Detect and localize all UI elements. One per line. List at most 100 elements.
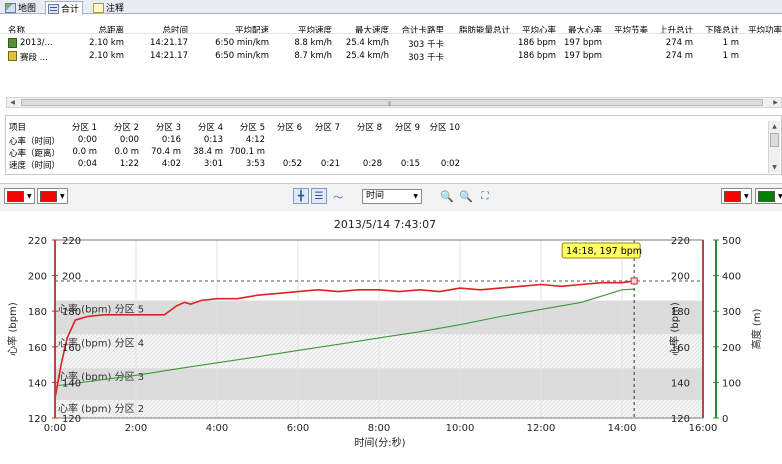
zone-cell: 38.4 m xyxy=(193,147,223,157)
zone-col-header[interactable]: 分区 8 xyxy=(342,121,382,133)
zone-cell: 700.1 m xyxy=(229,147,265,157)
chart-zones-mode-button[interactable]: ☰ xyxy=(311,188,327,204)
table-row[interactable]: 心率（距离） 0.0 m 0.0 m 70.4 m 38.4 m 700.1 m xyxy=(9,147,769,159)
summary-cell-time: 14:21.17 xyxy=(149,38,188,48)
scroll-left-icon[interactable]: ◀ xyxy=(7,98,18,107)
left-axis-color-2-picker[interactable]: ▼ xyxy=(37,188,68,204)
x-tick-label: 8:00 xyxy=(368,423,390,434)
right-axis-color-1-picker[interactable]: ▼ xyxy=(721,188,752,204)
grip-icon: ||| xyxy=(388,101,391,107)
x-tick-label: 4:00 xyxy=(206,423,228,434)
chart-line-mode-button[interactable]: 〜 xyxy=(330,188,346,204)
table-row[interactable]: 2013/... 2.10 km 14:21.17 6:50 min/km 8.… xyxy=(0,38,782,50)
col-header-cadence[interactable]: 平均节奏 xyxy=(604,24,648,36)
notes-icon xyxy=(93,2,104,13)
tab-notes[interactable]: 注释 xyxy=(90,1,128,14)
col-header-calories[interactable]: 合计卡路里 xyxy=(390,24,444,36)
chevron-down-icon: ▼ xyxy=(413,193,418,200)
y-tick-label-hr-inner: 220 xyxy=(62,236,81,247)
tab-map[interactable]: 地图 xyxy=(2,1,40,14)
tab-summary[interactable]: 合计 xyxy=(45,1,84,15)
col-header-power[interactable]: 平均功率 xyxy=(742,24,782,36)
zone-cell: 0:52 xyxy=(282,159,302,169)
summary-cell-max-speed: 25.4 km/h xyxy=(345,51,389,61)
scroll-right-icon[interactable]: ▶ xyxy=(770,98,781,107)
zone-col-header[interactable]: 分区 7 xyxy=(304,121,340,133)
col-header-name[interactable]: 名称 xyxy=(8,24,25,36)
x-tick-label: 0:00 xyxy=(44,423,66,434)
zone-cell: 0:21 xyxy=(320,159,340,169)
summary-cell-pace: 6:50 min/km xyxy=(215,51,269,61)
zoom-in-button[interactable]: 🔍 xyxy=(439,188,455,204)
zone-col-header[interactable]: 分区 5 xyxy=(225,121,265,133)
tab-map-label: 地图 xyxy=(18,4,37,14)
heart-rate-elevation-chart[interactable]: 心率 (bpm) 分区 5心率 (bpm) 分区 4心率 (bpm) 分区 3心… xyxy=(0,212,782,461)
chart-title: 2013/5/14 7:43:07 xyxy=(334,218,436,231)
table-row[interactable]: 赛段 ... 2.10 km 14:21.17 6:50 min/km 8.7 … xyxy=(0,51,782,63)
col-header-time[interactable]: 总时间 xyxy=(126,24,188,36)
color-swatch xyxy=(40,190,57,202)
y-tick-label-elevation: 0 xyxy=(722,414,728,425)
zone-cell: 0:15 xyxy=(400,159,420,169)
zone-col-header[interactable]: 项目 xyxy=(9,121,26,133)
zoom-out-button[interactable]: 🔍 xyxy=(458,188,474,204)
chevron-down-icon: ▼ xyxy=(27,192,32,200)
col-header-pace[interactable]: 平均配速 xyxy=(200,24,269,36)
zone-cell: 0:13 xyxy=(203,135,223,145)
chart-panel[interactable]: 心率 (bpm) 分区 5 心率 (bpm) 分区 4 心率 (bpm) 分区 3心… xyxy=(0,212,782,461)
summary-cell-calories: 303 千卡 xyxy=(408,53,444,63)
col-header-ascent[interactable]: 上升总计 xyxy=(650,24,693,36)
y-tick-label-hr-right: 200 xyxy=(671,272,690,283)
zone-col-header[interactable]: 分区 10 xyxy=(422,121,460,133)
col-header-max-hr[interactable]: 最大心率 xyxy=(558,24,602,36)
zone-col-header[interactable]: 分区 1 xyxy=(49,121,97,133)
scroll-up-icon[interactable]: ▲ xyxy=(769,121,780,131)
scroll-down-icon[interactable]: ▼ xyxy=(769,162,780,172)
crosshair-icon: ╋ xyxy=(297,190,305,202)
zone-cell: 4:02 xyxy=(161,159,181,169)
scrollbar-thumb[interactable] xyxy=(770,133,779,147)
y-tick-label-hr-right: 120 xyxy=(671,414,690,425)
summary-cell-avg-hr: 186 bpm xyxy=(518,51,556,61)
summary-cell-avg-speed: 8.7 km/h xyxy=(294,51,332,61)
y-tick-label-hr: 140 xyxy=(28,378,47,389)
summary-cell-avg-hr: 186 bpm xyxy=(518,38,556,48)
activity-icon xyxy=(8,38,17,48)
y-axis-title-left: 心率 (bpm) xyxy=(6,302,19,356)
zone-cell: 1:22 xyxy=(119,159,139,169)
chart-toolbar: ▼ ▼ ╋ ☰ 〜 时间 ▼ 🔍 🔍 ⛶ ▼ ▼ xyxy=(0,183,782,211)
zone-col-header[interactable]: 分区 6 xyxy=(267,121,302,133)
zone-col-header[interactable]: 分区 2 xyxy=(99,121,139,133)
scrollbar-thumb[interactable]: ||| xyxy=(21,99,763,107)
col-header-fat[interactable]: 脂肪能量总计 xyxy=(446,24,510,36)
map-icon xyxy=(5,2,16,13)
color-swatch xyxy=(758,190,775,202)
line-chart-icon: 〜 xyxy=(333,192,343,204)
zoom-fit-button[interactable]: ⛶ xyxy=(477,188,493,204)
table-row[interactable]: 心率（时间） 0:00 0:00 0:16 0:13 4:12 xyxy=(9,135,769,147)
col-header-avg-hr[interactable]: 平均心率 xyxy=(512,24,556,36)
zone-cell: 0:28 xyxy=(362,159,382,169)
summary-horizontal-scrollbar[interactable]: ◀ ||| ▶ xyxy=(6,97,782,108)
summary-cell-descent: 1 m xyxy=(722,51,739,61)
zone-col-header[interactable]: 分区 4 xyxy=(183,121,223,133)
table-row[interactable]: 速度（时间） 0:04 1:22 4:02 3:01 3:53 0:52 0:21 0:28 0:… xyxy=(9,159,769,171)
zone-col-header[interactable]: 分区 9 xyxy=(384,121,420,133)
y-axis-title-right-hr: 心率 (bpm) xyxy=(668,302,681,356)
right-axis-color-2-picker[interactable]: ▼ xyxy=(755,188,782,204)
col-header-distance[interactable]: 总距离 xyxy=(60,24,124,36)
zone-cell: 0.0 m xyxy=(72,147,98,157)
col-header-descent[interactable]: 下降总计 xyxy=(696,24,739,36)
cursor-tooltip-label: 14:18, 197 bpm xyxy=(566,246,642,257)
zone-cell: 3:01 xyxy=(203,159,223,169)
zone-cell: 0:02 xyxy=(440,159,460,169)
zone-col-header[interactable]: 分区 3 xyxy=(141,121,181,133)
summary-cell-ascent: 274 m xyxy=(665,51,693,61)
x-axis-select[interactable]: 时间 ▼ xyxy=(362,189,422,204)
chart-crosshair-mode-button[interactable]: ╋ xyxy=(293,188,309,204)
col-header-avg-speed[interactable]: 平均速度 xyxy=(274,24,332,36)
zones-vertical-scrollbar[interactable]: ▲ ▼ xyxy=(768,121,780,173)
left-axis-color-1-picker[interactable]: ▼ xyxy=(4,188,35,204)
col-header-max-speed[interactable]: 最大速度 xyxy=(334,24,389,36)
x-axis-title: 时间(分:秒) xyxy=(354,436,405,449)
